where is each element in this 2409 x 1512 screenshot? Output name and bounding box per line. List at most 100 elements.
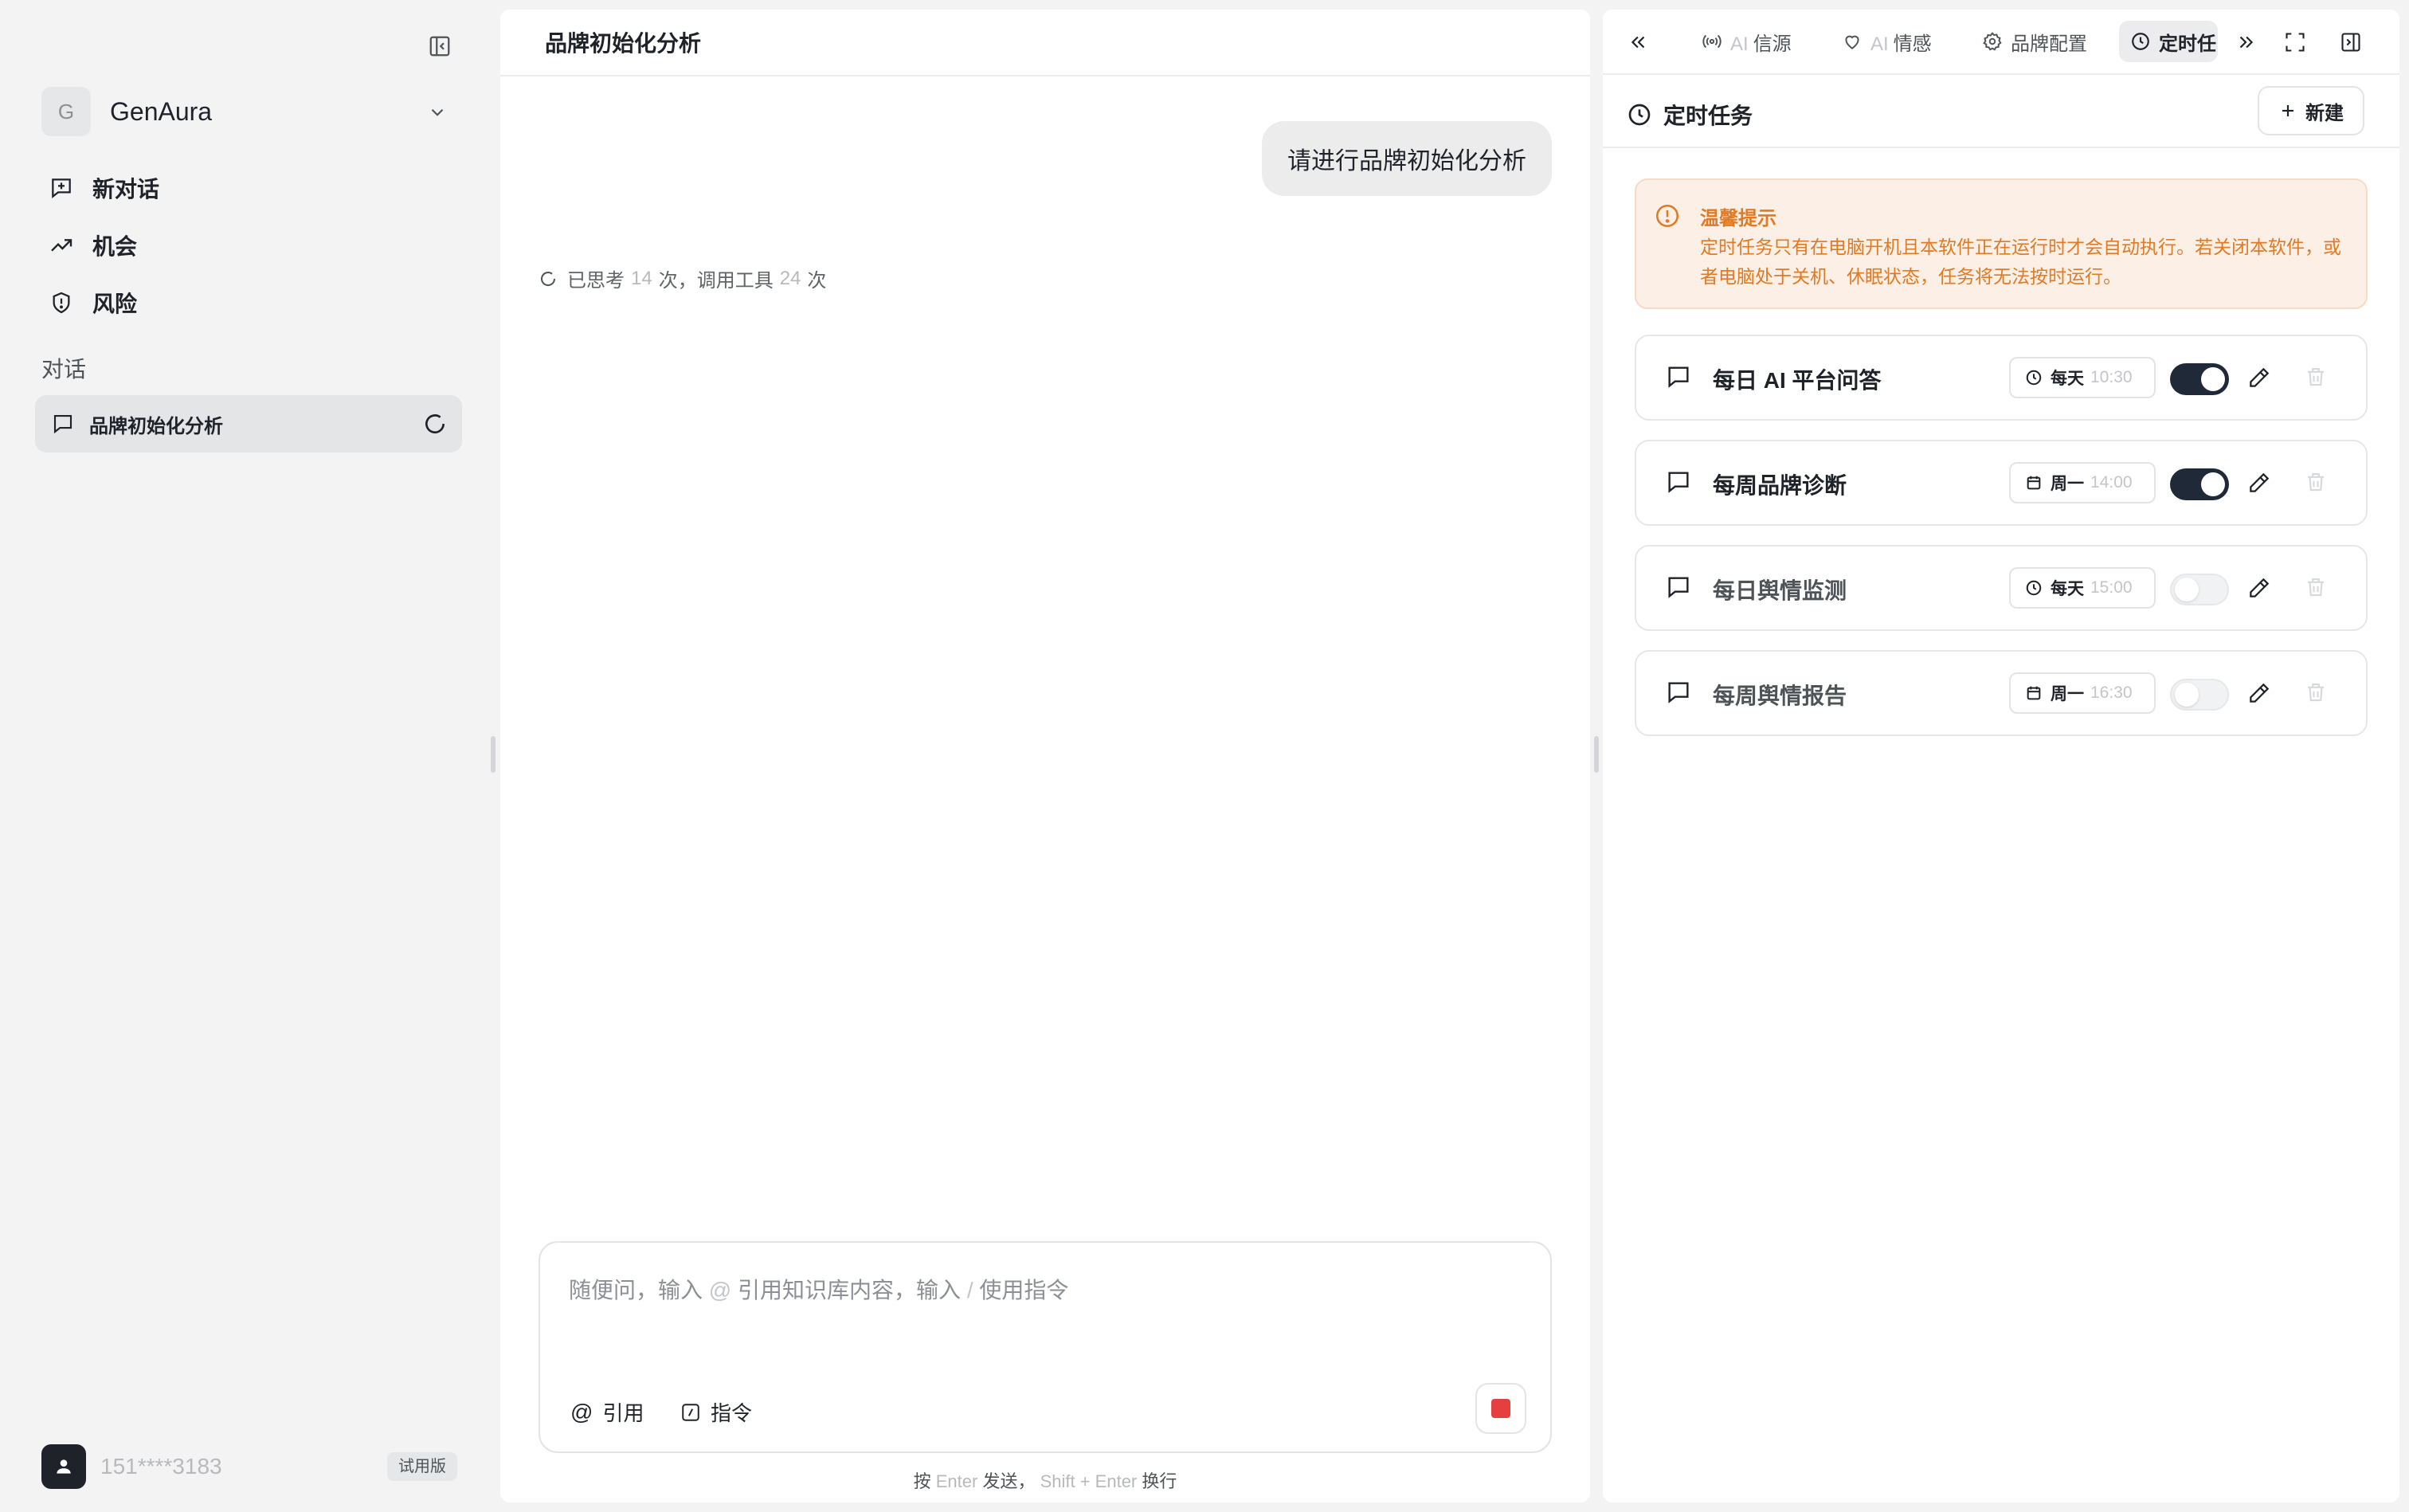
thinking-status[interactable]: 已思考 14 次，调用工具 24 次 xyxy=(539,264,826,292)
tool-count: 24 xyxy=(779,267,801,289)
workspace-switcher[interactable]: G GenAura xyxy=(41,86,457,137)
schedule-badge[interactable]: 周一 16:30 xyxy=(2009,672,2156,714)
message-icon xyxy=(53,414,72,434)
message-icon xyxy=(1668,682,1689,703)
edit-pencil-icon[interactable] xyxy=(2246,470,2272,496)
user-message-bubble: 请进行品牌初始化分析 xyxy=(1262,121,1552,196)
loading-spinner-icon xyxy=(425,414,445,434)
task-card[interactable]: 每周舆情报告 周一 16:30 xyxy=(1635,650,2368,736)
collapse-sidebar-button[interactable] xyxy=(422,29,457,64)
workspace-name: GenAura xyxy=(110,96,213,126)
stop-generation-button[interactable] xyxy=(1475,1383,1526,1434)
task-enabled-toggle[interactable] xyxy=(2170,363,2229,395)
message-icon xyxy=(1668,472,1689,493)
task-enabled-toggle[interactable] xyxy=(2170,574,2229,605)
section-header: 定时任务 新建 xyxy=(1603,75,2399,148)
clock-icon xyxy=(2026,580,2042,596)
scroll-tabs-left-button[interactable] xyxy=(1622,25,1655,59)
edit-pencil-icon[interactable] xyxy=(2246,365,2272,390)
user-profile[interactable]: 151****3183 试用版 xyxy=(41,1443,457,1490)
quote-button[interactable]: @ 引用 xyxy=(570,1397,644,1427)
loading-spinner-icon xyxy=(541,271,556,286)
sidebar-collapse-icon xyxy=(429,36,450,57)
message-input[interactable]: 随便问，输入 @ 引用知识库内容，输入 / 使用指令 xyxy=(569,1273,1445,1305)
scroll-tabs-right-button[interactable] xyxy=(2229,25,2262,59)
nav-label: 风险 xyxy=(92,292,138,316)
chat-panel: 品牌初始化分析 请进行品牌初始化分析 已思考 14 次，调用工具 24 次 随便… xyxy=(500,10,1590,1502)
chevrons-left-icon xyxy=(1631,36,1645,49)
trash-icon[interactable] xyxy=(2304,680,2328,704)
keyboard-hint: 按 Enter 发送， Shift + Enter 换行 xyxy=(913,1471,1177,1491)
new-task-button[interactable]: 新建 xyxy=(2258,86,2364,135)
schedule-badge[interactable]: 周一 14:00 xyxy=(2009,462,2156,503)
tools-panel: AI 信源 AI 情感 品牌配置 定时任 定时任务 新建 温馨提示 定时任务只有… xyxy=(1603,10,2399,1502)
task-card[interactable]: 每日舆情监测 每天 15:00 xyxy=(1635,545,2368,631)
tab-label: 定时任 xyxy=(2159,33,2216,55)
tab-label: 品牌配置 xyxy=(2011,33,2087,55)
nav-label: 机会 xyxy=(92,234,138,259)
workspace-avatar: G xyxy=(41,87,91,136)
panel-collapse-icon xyxy=(2341,33,2360,52)
panel-tabbar: AI 信源 AI 情感 品牌配置 定时任 xyxy=(1603,10,2399,75)
notice-body: 定时任务只有在电脑开机且本软件正在运行时才会自动执行。若关闭本软件，或者电脑处于… xyxy=(1700,237,2341,287)
tab-brand-config[interactable]: 品牌配置 xyxy=(1982,21,2087,62)
nav-label: 新对话 xyxy=(92,177,160,202)
conversation-item[interactable]: 品牌初始化分析 xyxy=(35,395,462,452)
alert-circle-icon xyxy=(1655,204,1679,228)
section-title: 定时任务 xyxy=(1627,99,1753,131)
fullscreen-button[interactable] xyxy=(2278,25,2312,59)
new-chat-icon xyxy=(46,173,76,203)
expand-icon xyxy=(2286,33,2305,52)
task-name: 每日舆情监测 xyxy=(1713,578,1847,603)
schedule-badge[interactable]: 每天 15:00 xyxy=(2009,567,2156,609)
tab-scheduled-tasks[interactable]: 定时任 xyxy=(2119,21,2218,62)
message-icon xyxy=(1668,366,1689,388)
avatar xyxy=(41,1444,86,1489)
conversation-label: 品牌初始化分析 xyxy=(89,415,223,437)
calendar-icon xyxy=(2027,476,2041,490)
command-button[interactable]: 指令 xyxy=(680,1397,752,1427)
broadcast-icon xyxy=(1702,34,1722,49)
task-name: 每周舆情报告 xyxy=(1713,684,1847,708)
thinking-suffix: 次 xyxy=(807,270,827,292)
page-title: 品牌初始化分析 xyxy=(545,31,702,56)
message-composer: 随便问，输入 @ 引用知识库内容，输入 / 使用指令 @ 引用 指令 xyxy=(539,1241,1552,1453)
collapse-panel-button[interactable] xyxy=(2334,25,2368,59)
stop-icon xyxy=(1491,1399,1510,1418)
task-card[interactable]: 每日 AI 平台问答 每天 10:30 xyxy=(1635,335,2368,421)
trash-icon[interactable] xyxy=(2304,470,2328,494)
task-enabled-toggle[interactable] xyxy=(2170,679,2229,711)
edit-pencil-icon[interactable] xyxy=(2246,680,2272,706)
thinking-middle: 次，调用工具 xyxy=(658,270,774,292)
conversations-section-label: 对话 xyxy=(41,357,87,382)
nav-new-chat[interactable]: 新对话 xyxy=(35,163,457,213)
trash-icon[interactable] xyxy=(2304,575,2328,599)
chevron-down-icon xyxy=(431,108,444,116)
task-name: 每日 AI 平台问答 xyxy=(1713,368,1882,393)
task-card[interactable]: 每周品牌诊断 周一 14:00 xyxy=(1635,440,2368,526)
plus-icon xyxy=(2282,105,2293,116)
chat-header: 品牌初始化分析 xyxy=(500,10,1590,76)
nav-opportunity[interactable]: 机会 xyxy=(35,220,457,271)
schedule-badge[interactable]: 每天 10:30 xyxy=(2009,357,2156,398)
thinking-prefix: 已思考 xyxy=(567,270,625,292)
tab-ai-sentiment[interactable]: AI 情感 xyxy=(1842,21,1932,62)
new-task-label: 新建 xyxy=(2305,102,2344,124)
tab-label: 信源 xyxy=(1753,33,1792,55)
nav-risk[interactable]: 风险 xyxy=(35,277,457,328)
trash-icon[interactable] xyxy=(2304,365,2328,389)
edit-pencil-icon[interactable] xyxy=(2246,575,2272,601)
at-sign-icon: @ xyxy=(570,1399,593,1424)
right-resize-handle[interactable] xyxy=(1594,736,1599,773)
think-count: 14 xyxy=(631,267,652,289)
clock-icon xyxy=(2026,370,2042,386)
slash-command-icon xyxy=(682,1403,699,1421)
task-enabled-toggle[interactable] xyxy=(2170,468,2229,500)
left-resize-handle[interactable] xyxy=(491,736,496,773)
gear-icon xyxy=(1983,32,2002,51)
clock-icon xyxy=(2132,33,2149,50)
user-icon xyxy=(57,1459,71,1474)
user-phone: 151****3183 xyxy=(100,1454,222,1479)
tab-ai-sources[interactable]: AI 信源 xyxy=(1702,21,1792,62)
tab-label: 情感 xyxy=(1893,33,1932,55)
